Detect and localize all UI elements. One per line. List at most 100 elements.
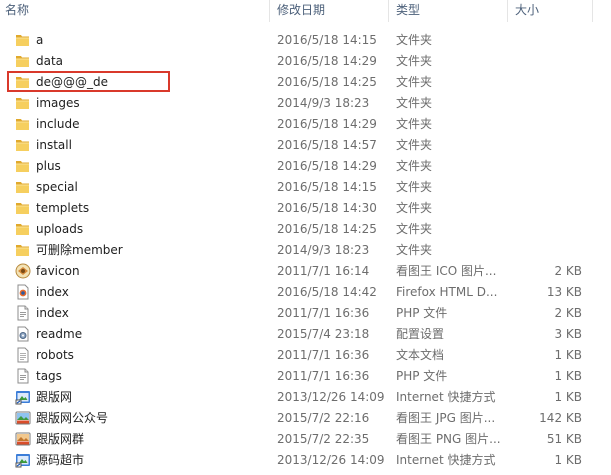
column-header-date[interactable]: 修改日期 [277, 0, 325, 22]
file-date: 2016/5/18 14:15 [277, 180, 377, 194]
file-row[interactable]: a 2016/5/18 14:15 文件夹 [0, 30, 611, 51]
file-date: 2013/12/26 14:09 [277, 390, 385, 404]
folder-icon [15, 179, 31, 195]
file-name: tags [36, 369, 62, 383]
folder-icon [15, 53, 31, 69]
file-row[interactable]: special 2016/5/18 14:15 文件夹 [0, 177, 611, 198]
file-date: 2016/5/18 14:57 [277, 138, 377, 152]
file-row[interactable]: install 2016/5/18 14:57 文件夹 [0, 135, 611, 156]
file-date: 2016/5/18 14:29 [277, 54, 377, 68]
file-size: 142 KB [539, 411, 582, 425]
file-date: 2013/12/26 14:09 [277, 453, 385, 467]
file-type: 文件夹 [396, 117, 433, 131]
file-name: 源码超市 [36, 453, 85, 467]
file-type: 配置设置 [396, 327, 445, 341]
file-row[interactable]: include 2016/5/18 14:29 文件夹 [0, 114, 611, 135]
file-type: 文件夹 [396, 33, 433, 47]
file-name: 可删除member [36, 243, 123, 257]
file-row[interactable]: tags 2011/7/1 16:36 PHP 文件 1 KB [0, 366, 611, 387]
file-type: 文件夹 [396, 138, 433, 152]
file-size: 1 KB [554, 453, 582, 467]
file-row[interactable]: plus 2016/5/18 14:29 文件夹 [0, 156, 611, 177]
file-row[interactable]: images 2014/9/3 18:23 文件夹 [0, 93, 611, 114]
folder-icon [15, 95, 31, 111]
file-row[interactable]: 可删除member 2014/9/3 18:23 文件夹 [0, 240, 611, 261]
file-name: templets [36, 201, 90, 215]
file-size: 1 KB [554, 390, 582, 404]
internet-shortcut-icon [15, 389, 31, 405]
file-type: 文件夹 [396, 201, 433, 215]
file-row[interactable]: 源码超市 2013/12/26 14:09 Internet 快捷方式 1 KB [0, 450, 611, 471]
file-date: 2011/7/1 16:14 [277, 264, 370, 278]
file-date: 2016/5/18 14:25 [277, 222, 377, 236]
ico-file-icon [15, 263, 31, 279]
file-name: 跟版网 [36, 390, 73, 404]
file-type: 文件夹 [396, 243, 433, 257]
file-type: 看图王 ICO 图片... [396, 264, 497, 278]
file-size: 3 KB [554, 327, 582, 341]
file-size: 1 KB [554, 369, 582, 383]
file-row[interactable]: index 2016/5/18 14:42 Firefox HTML D... 13 … [0, 282, 611, 303]
html-file-icon [15, 284, 31, 300]
config-file-icon [15, 326, 31, 342]
file-type: PHP 文件 [396, 306, 448, 320]
file-name: plus [36, 159, 61, 173]
file-type: 文件夹 [396, 159, 433, 173]
file-name: special [36, 180, 78, 194]
column-divider[interactable] [388, 0, 389, 22]
file-date: 2016/5/18 14:29 [277, 159, 377, 173]
file-name: install [36, 138, 72, 152]
column-divider[interactable] [507, 0, 508, 22]
folder-icon [15, 200, 31, 216]
file-name: 跟版网公众号 [36, 411, 109, 425]
column-header-type[interactable]: 类型 [396, 0, 420, 22]
folder-icon [15, 116, 31, 132]
file-row[interactable]: 跟版网群 2015/7/2 22:35 看图王 PNG 图片... 51 KB [0, 429, 611, 450]
file-size: 2 KB [554, 306, 582, 320]
file-row[interactable]: 跟版网公众号 2015/7/2 22:16 看图王 JPG 图片... 142 KB [0, 408, 611, 429]
file-row[interactable]: uploads 2016/5/18 14:25 文件夹 [0, 219, 611, 240]
text-file-icon [15, 347, 31, 363]
folder-icon [15, 32, 31, 48]
jpg-file-icon [15, 410, 31, 426]
file-row[interactable]: templets 2016/5/18 14:30 文件夹 [0, 198, 611, 219]
file-date: 2015/7/4 23:18 [277, 327, 370, 341]
file-type: 看图王 PNG 图片... [396, 432, 501, 446]
file-type: 文件夹 [396, 54, 433, 68]
file-date: 2016/5/18 14:30 [277, 201, 377, 215]
file-name: uploads [36, 222, 84, 236]
column-header: 名称 修改日期 类型 大小 [0, 0, 611, 22]
file-name: images [36, 96, 80, 110]
internet-shortcut-icon [15, 452, 31, 468]
file-size: 2 KB [554, 264, 582, 278]
file-date: 2015/7/2 22:16 [277, 411, 370, 425]
file-date: 2016/5/18 14:15 [277, 33, 377, 47]
column-divider[interactable] [592, 0, 593, 22]
file-name: robots [36, 348, 74, 362]
file-date: 2011/7/1 16:36 [277, 348, 370, 362]
file-row[interactable]: 跟版网 2013/12/26 14:09 Internet 快捷方式 1 KB [0, 387, 611, 408]
file-date: 2015/7/2 22:35 [277, 432, 370, 446]
file-type: Firefox HTML D... [396, 285, 498, 299]
file-row[interactable]: index 2011/7/1 16:36 PHP 文件 2 KB [0, 303, 611, 324]
file-name: a [36, 33, 44, 47]
folder-icon [15, 242, 31, 258]
file-type: 文件夹 [396, 75, 433, 89]
file-type: 文件夹 [396, 180, 433, 194]
file-size: 13 KB [546, 285, 582, 299]
column-header-size[interactable]: 大小 [515, 0, 539, 22]
file-date: 2011/7/1 16:36 [277, 306, 370, 320]
file-name: 跟版网群 [36, 432, 85, 446]
file-date: 2016/5/18 14:29 [277, 117, 377, 131]
file-date: 2014/9/3 18:23 [277, 96, 370, 110]
file-row[interactable]: robots 2011/7/1 16:36 文本文档 1 KB [0, 345, 611, 366]
file-type: 文本文档 [396, 348, 445, 362]
column-header-name[interactable]: 名称 [5, 0, 29, 22]
file-row[interactable]: favicon 2011/7/1 16:14 看图王 ICO 图片... 2 KB [0, 261, 611, 282]
file-row[interactable]: data 2016/5/18 14:29 文件夹 [0, 51, 611, 72]
file-type: 看图王 JPG 图片... [396, 411, 496, 425]
folder-icon [15, 137, 31, 153]
column-divider[interactable] [269, 0, 270, 22]
file-date: 2011/7/1 16:36 [277, 369, 370, 383]
file-row[interactable]: readme 2015/7/4 23:18 配置设置 3 KB [0, 324, 611, 345]
